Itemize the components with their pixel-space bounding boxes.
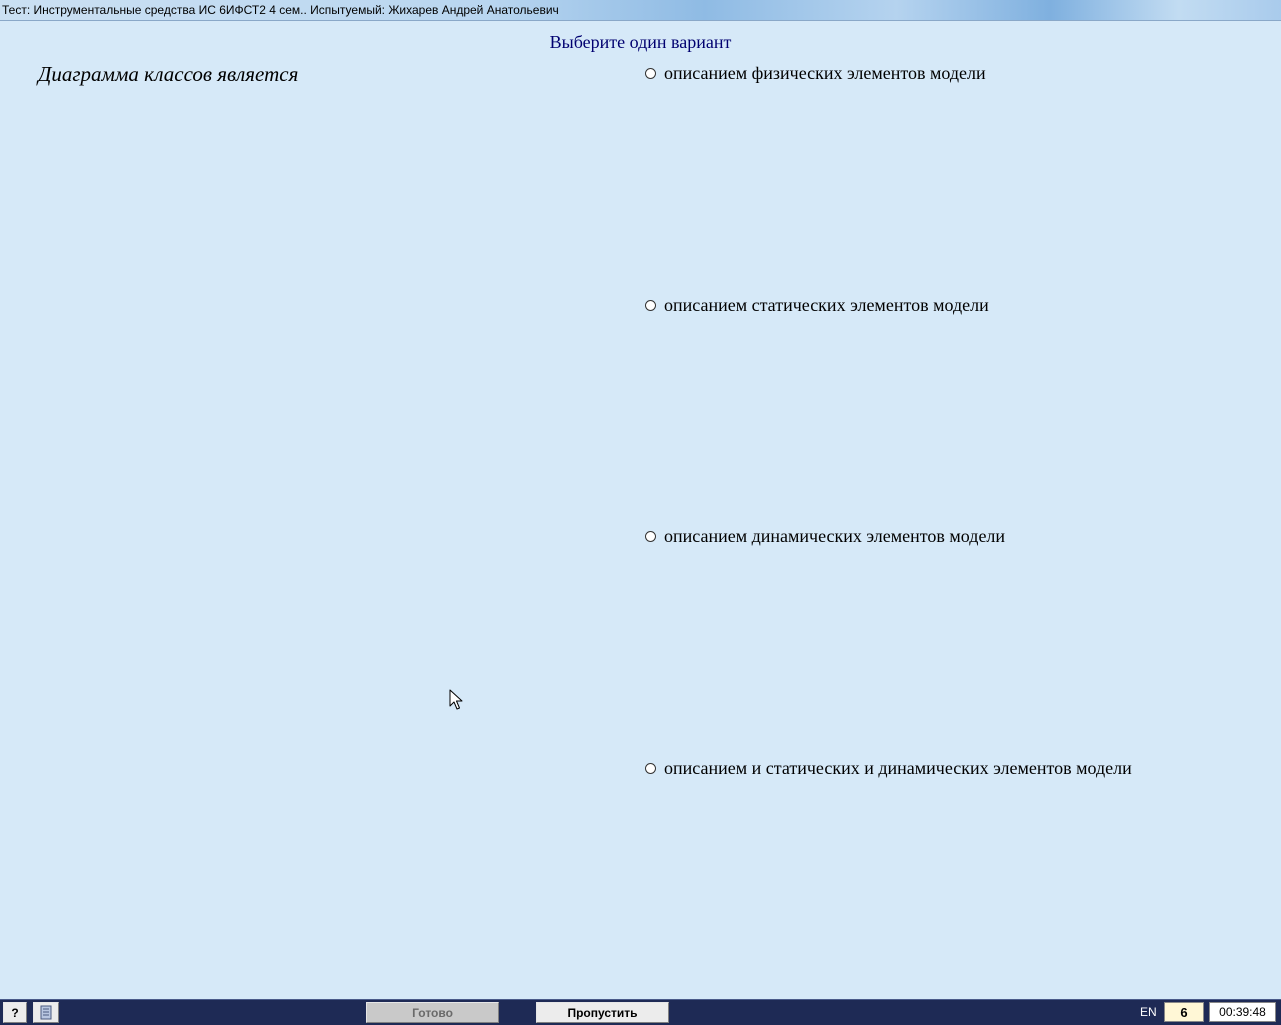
window-titlebar: Тест: Инструментальные средства ИС 6ИФСТ… [0,0,1281,21]
radio-button[interactable] [645,531,656,542]
answer-option-2[interactable]: описанием статических элементов модели [645,295,989,316]
help-button[interactable]: ? [3,1002,27,1023]
language-indicator: EN [1140,1005,1157,1019]
question-number: 6 [1164,1002,1204,1022]
notes-button[interactable] [33,1002,59,1023]
answer-option-label: описанием физических элементов модели [664,63,986,83]
mouse-cursor-icon [449,689,463,710]
answer-option-1[interactable]: описанием физических элементов модели [645,63,986,84]
answer-option-label: описанием статических элементов модели [664,295,989,315]
answer-option-label: описанием и статических и динамических э… [664,758,1132,778]
question-text: Диаграмма классов является [38,62,299,86]
instruction-text: Выберите один вариант [549,32,732,52]
answer-option-4[interactable]: описанием и статических и динамических э… [645,758,1132,779]
bottom-toolbar: ? Готово Пропустить EN 6 00:39:48 [0,999,1281,1025]
skip-button[interactable]: Пропустить [536,1002,669,1023]
window-title: Тест: Инструментальные средства ИС 6ИФСТ… [2,3,559,17]
answer-option-label: описанием динамических элементов модели [664,526,1006,546]
done-button[interactable]: Готово [366,1002,499,1023]
timer: 00:39:48 [1209,1002,1276,1022]
radio-button[interactable] [645,300,656,311]
answer-option-3[interactable]: описанием динамических элементов модели [645,526,1005,547]
radio-button[interactable] [645,68,656,79]
notepad-icon [40,1005,52,1020]
radio-button[interactable] [645,763,656,774]
